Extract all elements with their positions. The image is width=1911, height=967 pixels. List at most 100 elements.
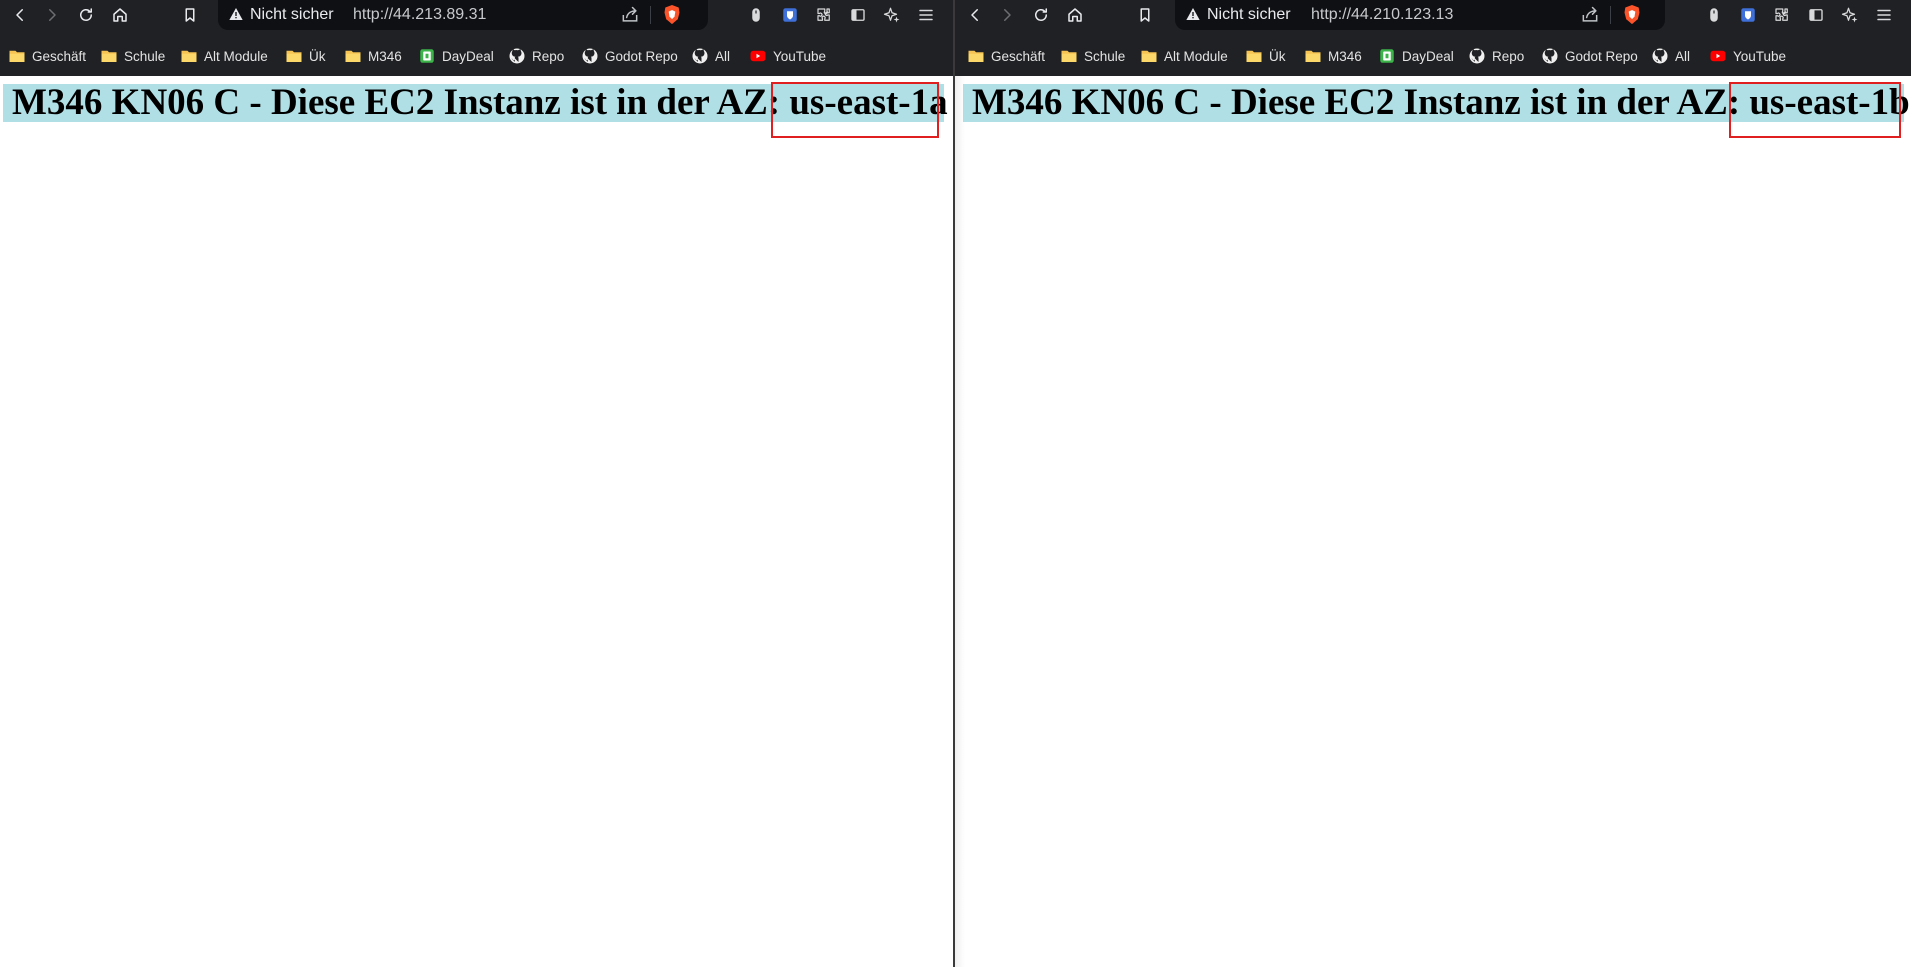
leo-ai-button[interactable] [1840,5,1860,25]
address-bar[interactable]: Nicht sicher http://44.213.89.31 [218,0,708,30]
security-label[interactable]: Nicht sicher [250,6,334,24]
bookmark-label: DayDeal [442,48,494,64]
github-icon [582,48,598,64]
puzzle-icon [1775,8,1788,21]
home-button[interactable] [106,0,134,30]
browser-toolbar: Nicht sicher http://44.213.89.31 [0,0,953,30]
bookmark-label: Alt Module [1164,48,1228,64]
bookmark-label: All [715,48,731,64]
bookmark-item-godot-repo[interactable]: Godot Repo [581,41,678,71]
bookmark-label: M346 [1328,48,1362,64]
bookmark-label: Ük [309,48,326,64]
address-bar[interactable]: Nicht sicher http://44.210.123.13 [1175,0,1665,30]
github-icon [692,48,708,64]
bookmark-label: Schule [124,48,166,64]
bookmark-item-repo[interactable]: Repo [508,41,564,71]
hamburger-menu-icon [919,9,933,21]
brave-shield-icon[interactable] [662,4,682,26]
bookmark-item-godot-repo[interactable]: Godot Repo [1541,41,1638,71]
folder-icon [181,50,197,62]
az-highlight-box [771,82,939,138]
bookmark-label: Schule [1084,48,1126,64]
bookmark-item-geschaeft[interactable]: Geschäft [8,41,86,71]
folder-icon [968,50,984,62]
bookmarks-bar: Geschäft Schule Alt Module Ük M346 DayDe… [0,30,953,77]
bookmark-item-geschaeft[interactable]: Geschäft [967,41,1045,71]
url-text[interactable]: http://44.213.89.31 [353,6,486,24]
bookmark-item-alt-module[interactable]: Alt Module [1140,41,1228,71]
folder-icon [101,50,117,62]
bookmark-label: Ük [1269,48,1286,64]
chevron-right-icon [49,9,56,21]
forward-button[interactable] [993,0,1021,30]
sidebar-toggle-button[interactable] [1806,5,1826,25]
browser-toolbar: Nicht sicher http://44.210.123.13 [955,0,1911,30]
warning-icon [1186,8,1200,20]
bookmark-item-m346[interactable]: M346 [344,41,402,71]
bookmark-item-youtube[interactable]: YouTube [749,41,826,71]
home-button[interactable] [1061,0,1089,30]
az-highlight-box [1729,82,1901,138]
bookmark-label: M346 [368,48,402,64]
bookmark-item-repo[interactable]: Repo [1468,41,1524,71]
bookmark-item-uek[interactable]: Ük [285,41,326,71]
extension-bitwarden-button[interactable] [1738,5,1758,25]
reload-button[interactable] [1027,0,1055,30]
home-icon [1068,8,1082,22]
bookmark-page-button[interactable] [176,0,204,30]
brave-shield-icon[interactable] [1622,4,1642,26]
bookmark-item-m346[interactable]: M346 [1304,41,1362,71]
back-button[interactable] [961,0,989,30]
bookmark-item-youtube[interactable]: YouTube [1709,41,1786,71]
daydeal-icon [1380,49,1394,63]
github-icon [1542,48,1558,64]
bookmark-item-all[interactable]: All [691,41,730,71]
security-label[interactable]: Nicht sicher [1207,6,1291,24]
reload-button[interactable] [72,0,100,30]
hamburger-menu-icon [1877,9,1891,21]
bitwarden-icon [783,8,797,22]
bookmark-item-schule[interactable]: Schule [1060,41,1125,71]
home-icon [113,8,127,22]
bookmark-icon [1140,8,1150,22]
bookmark-label: Godot Repo [605,48,678,64]
url-text[interactable]: http://44.210.123.13 [1311,6,1453,24]
youtube-icon [1710,50,1726,62]
page-content: M346 KN06 C - Diese EC2 Instanz ist in d… [0,76,953,967]
bookmark-label: Geschäft [32,48,87,64]
extension-mouse-button[interactable] [746,5,766,25]
omnibox-separator [1610,6,1611,24]
folder-icon [345,50,361,62]
share-icon[interactable] [1580,5,1600,25]
sidebar-icon [1809,9,1823,21]
extensions-button[interactable] [1772,5,1792,25]
github-icon [509,48,525,64]
bookmark-page-button[interactable] [1131,0,1159,30]
main-menu-button[interactable] [916,5,936,25]
leo-ai-button[interactable] [882,5,902,25]
bookmark-item-daydeal[interactable]: DayDeal [418,41,494,71]
chevron-right-icon [1004,9,1011,21]
heading-prefix: M346 KN06 C - Diese EC2 Instanz ist in d… [12,82,781,123]
folder-icon [286,50,302,62]
bookmark-item-schule[interactable]: Schule [100,41,165,71]
share-icon[interactable] [620,5,640,25]
sidebar-toggle-button[interactable] [848,5,868,25]
bookmark-item-alt-module[interactable]: Alt Module [180,41,268,71]
bookmark-label: Geschäft [991,48,1046,64]
bookmark-label: Repo [1492,48,1525,64]
back-button[interactable] [6,0,34,30]
extensions-button[interactable] [814,5,834,25]
main-menu-button[interactable] [1874,5,1894,25]
bookmark-item-daydeal[interactable]: DayDeal [1378,41,1454,71]
bookmarks-bar: Geschäft Schule Alt Module Ük M346 DayDe… [955,30,1911,77]
page-content: M346 KN06 C - Diese EC2 Instanz ist in d… [955,76,1911,967]
github-icon [1469,48,1485,64]
bookmark-label: Alt Module [204,48,268,64]
forward-button[interactable] [38,0,66,30]
extension-bitwarden-button[interactable] [780,5,800,25]
bookmark-item-all[interactable]: All [1651,41,1690,71]
bookmark-item-uek[interactable]: Ük [1245,41,1286,71]
bookmark-icon [185,8,195,22]
extension-mouse-button[interactable] [1704,5,1724,25]
